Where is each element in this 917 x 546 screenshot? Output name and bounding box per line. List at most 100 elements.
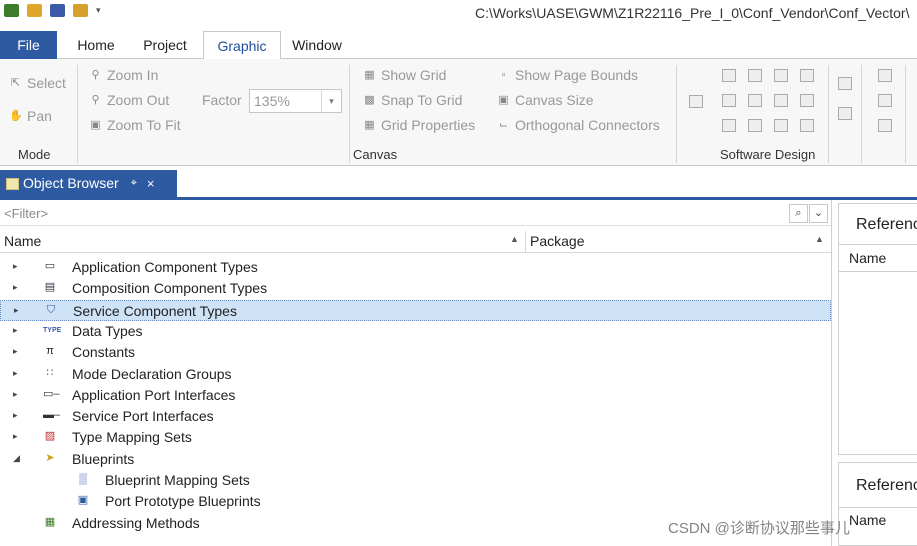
expand-arrow-icon[interactable]: ▸ <box>13 389 18 400</box>
sort-ascending-icon[interactable]: ▲ <box>815 234 824 244</box>
window-path: C:\Works\UASE\GWM\Z1R22116_Pre_I_0\Conf_… <box>475 5 910 21</box>
column-name[interactable]: Name <box>4 233 41 249</box>
expand-arrow-icon[interactable]: ▸ <box>13 410 18 421</box>
filter-input[interactable]: <Filter> <box>4 206 48 221</box>
distribute-v-icon[interactable] <box>748 94 762 107</box>
layout-3-icon[interactable] <box>774 119 788 132</box>
watermark: CSDN @诊断协议那些事儿 <box>668 520 850 537</box>
tree-row[interactable]: ▸ TYPE Data Types <box>0 321 831 342</box>
zoom-to-fit-button[interactable]: ▣ Zoom To Fit <box>89 117 181 133</box>
software-design-group-label: Software Design <box>720 147 816 162</box>
zoom-factor-value: 135% <box>254 93 290 109</box>
same-height-icon[interactable] <box>800 94 814 107</box>
auto-layout-icon[interactable] <box>878 69 892 82</box>
tree-row[interactable]: ▸ ▭ Application Component Types <box>0 257 831 278</box>
grid-icon: ▦ <box>364 68 375 81</box>
references-column-name[interactable]: Name <box>849 250 886 266</box>
customize-toolbar-chevron-icon[interactable]: ▾ <box>96 5 101 16</box>
tab-file[interactable]: File <box>0 31 57 59</box>
tree-row[interactable]: ▸ ▬– Service Port Interfaces <box>0 406 831 427</box>
quick-access-toolbar: ▾ <box>4 4 101 17</box>
tree-row[interactable]: ▸ ▭– Application Port Interfaces <box>0 385 831 406</box>
zoom-to-fit-label: Zoom To Fit <box>107 117 181 133</box>
chevron-down-icon[interactable]: ⌄ <box>809 204 828 223</box>
panel-splitter[interactable] <box>831 200 832 546</box>
column-package[interactable]: Package <box>530 233 584 249</box>
pin-icon[interactable]: ⌖ <box>131 170 137 197</box>
object-browser-icon <box>6 177 19 190</box>
save-icon[interactable] <box>50 4 65 17</box>
auto-arrange-icon[interactable] <box>878 94 892 107</box>
expand-arrow-icon[interactable]: ▸ <box>14 305 19 316</box>
expand-arrow-icon[interactable]: ▸ <box>13 431 18 442</box>
tree-row[interactable]: ▸ ⛉ Service Component Types <box>0 300 831 321</box>
close-icon[interactable]: × <box>147 170 155 197</box>
tab-home[interactable]: Home <box>68 31 124 59</box>
software-design-icon[interactable] <box>689 95 703 108</box>
save-all-icon[interactable] <box>73 4 88 17</box>
sort-ascending-icon[interactable]: ▲ <box>510 234 519 244</box>
tree-row[interactable]: ▸ ▤ Composition Component Types <box>0 278 831 299</box>
align-top-icon[interactable] <box>800 69 814 82</box>
expand-arrow-icon[interactable]: ▸ <box>13 325 18 336</box>
open-folder-icon[interactable] <box>27 4 42 17</box>
port-prototype-blueprint-icon: ▣ <box>77 494 89 506</box>
tree-row-label: Service Component Types <box>73 303 237 319</box>
align-center-icon[interactable] <box>748 69 762 82</box>
tree-row[interactable]: ▸ ▨ Type Mapping Sets <box>0 427 831 448</box>
orthogonal-connector-icon: ⌙ <box>498 118 509 131</box>
factor-label: Factor <box>202 92 242 108</box>
collapse-arrow-icon[interactable]: ◢ <box>13 453 20 464</box>
tab-graphic[interactable]: Graphic <box>203 31 281 60</box>
tree-row[interactable]: ▒ Blueprint Mapping Sets <box>0 470 831 491</box>
grid-properties-button[interactable]: ▦ Grid Properties <box>363 117 475 133</box>
layout-1-icon[interactable] <box>722 119 736 132</box>
auto-size-icon[interactable] <box>878 119 892 132</box>
chevron-down-icon[interactable]: ▾ <box>321 90 341 112</box>
tree-row[interactable]: ◢ ➤ Blueprints <box>0 449 831 470</box>
select-button[interactable]: ⇱ Select <box>9 75 66 91</box>
mode-group-label: Mode <box>18 147 51 162</box>
snap-to-grid-button[interactable]: ▩ Snap To Grid <box>363 92 462 108</box>
column-splitter[interactable] <box>525 231 526 253</box>
same-width-icon[interactable] <box>774 94 788 107</box>
snap-grid-icon: ▩ <box>364 93 375 106</box>
zoom-in-button[interactable]: ⚲ Zoom In <box>89 67 158 83</box>
connector-layout-icon[interactable] <box>838 77 852 90</box>
show-page-bounds-button[interactable]: ▫ Show Page Bounds <box>497 67 638 83</box>
expand-arrow-icon[interactable]: ▸ <box>13 261 18 272</box>
show-grid-button[interactable]: ▦ Show Grid <box>363 67 446 83</box>
new-project-icon[interactable] <box>4 4 19 17</box>
zoom-factor-select[interactable]: 135% ▾ <box>249 89 342 113</box>
pan-button[interactable]: ✋ Pan <box>9 108 52 124</box>
tab-window[interactable]: Window <box>282 31 352 59</box>
expand-arrow-icon[interactable]: ▸ <box>13 346 18 357</box>
references-column-name[interactable]: Name <box>849 512 886 528</box>
search-icon[interactable]: ⌕ <box>789 204 808 223</box>
layout-4-icon[interactable] <box>800 119 814 132</box>
align-right-icon[interactable] <box>774 69 788 82</box>
ribbon-divider <box>905 65 906 163</box>
expand-arrow-icon[interactable]: ▸ <box>13 282 18 293</box>
layout-2-icon[interactable] <box>748 119 762 132</box>
tree-row[interactable]: ▸ π Constants <box>0 342 831 363</box>
orthogonal-connectors-button[interactable]: ⌙ Orthogonal Connectors <box>497 117 660 133</box>
tree-row[interactable]: ▸ ∷ Mode Declaration Groups <box>0 364 831 385</box>
show-page-bounds-label: Show Page Bounds <box>515 67 638 83</box>
canvas-size-button[interactable]: ▣ Canvas Size <box>497 92 593 108</box>
align-left-icon[interactable] <box>722 69 736 82</box>
title-bar: ▾ C:\Works\UASE\GWM\Z1R22116_Pre_I_0\Con… <box>0 0 917 26</box>
connector-route-icon[interactable] <box>838 107 852 120</box>
addressing-methods-icon: ▦ <box>44 516 56 528</box>
zoom-out-button[interactable]: ⚲ Zoom Out <box>89 92 169 108</box>
object-browser-title: Object Browser <box>23 175 119 191</box>
zoom-out-icon: ⚲ <box>91 93 100 106</box>
distribute-h-icon[interactable] <box>722 94 736 107</box>
tab-object-browser[interactable]: Object Browser ⌖ × <box>0 170 177 197</box>
canvas-size-icon: ▣ <box>498 93 509 106</box>
tab-project[interactable]: Project <box>134 31 196 59</box>
tree-row[interactable]: ▣ Port Prototype Blueprints <box>0 491 831 512</box>
page-bounds-icon: ▫ <box>501 68 506 81</box>
tree-row-label: Blueprint Mapping Sets <box>105 472 250 488</box>
expand-arrow-icon[interactable]: ▸ <box>13 368 18 379</box>
